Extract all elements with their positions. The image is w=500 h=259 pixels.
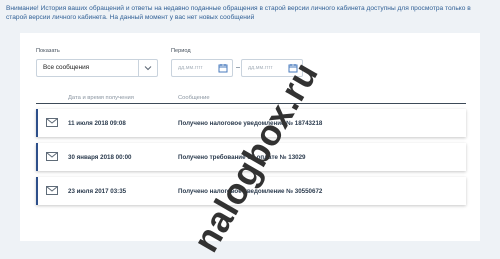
date-range-dash	[236, 67, 240, 68]
message-date: 23 июля 2017 03:35	[68, 188, 127, 195]
date-from-field[interactable]: дд.мм.гггг	[171, 59, 233, 77]
message-date: 30 января 2018 00:00	[68, 154, 132, 161]
period-label: Период	[171, 48, 191, 54]
select-divider	[138, 60, 139, 76]
header-divider	[36, 103, 466, 104]
notice-text: Внимание! История ваших обращений и отве…	[6, 5, 471, 21]
column-header-date: Дата и время получения	[68, 95, 134, 101]
column-header-message: Сообщение	[178, 95, 210, 101]
date-from-placeholder: дд.мм.гггг	[178, 65, 203, 71]
envelope-icon	[46, 152, 58, 161]
show-label: Показать	[36, 48, 60, 54]
message-filter-select[interactable]: Все сообщения	[36, 59, 158, 77]
chevron-down-icon[interactable]	[144, 64, 152, 72]
date-to-placeholder: дд.мм.гггг	[248, 65, 273, 71]
message-date: 11 июля 2018 09:08	[68, 120, 126, 127]
calendar-icon[interactable]	[218, 63, 228, 73]
message-filter-value: Все сообщения	[43, 64, 90, 71]
envelope-icon	[46, 186, 58, 195]
envelope-icon	[46, 118, 58, 127]
